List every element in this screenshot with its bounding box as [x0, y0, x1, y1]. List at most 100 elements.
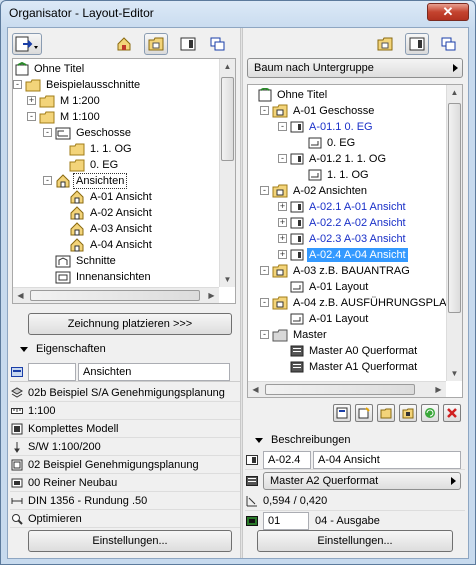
view-map-button[interactable]: [144, 33, 168, 55]
delete-button[interactable]: [443, 404, 461, 422]
properties-header[interactable]: Eigenschaften: [8, 340, 106, 358]
layout-book-item[interactable]: A-02.3 A-03 Ansicht: [290, 231, 408, 247]
collapse-icon[interactable]: -: [13, 80, 22, 89]
scroll-right-arrow[interactable]: ▶: [204, 288, 219, 303]
project-map-item[interactable]: A-04 Ansicht: [69, 237, 154, 253]
layout-book-item[interactable]: Master A1 Querformat: [290, 359, 419, 375]
project-map-item[interactable]: A-01 Ansicht: [69, 189, 154, 205]
layout-book-item[interactable]: 1. 1. OG: [308, 167, 371, 183]
navigator-menu-button[interactable]: [12, 33, 42, 55]
scroll-thumb-horizontal[interactable]: [30, 290, 200, 301]
layout-book-item[interactable]: A-02 Ansichten: [272, 183, 369, 199]
new-layout-button[interactable]: [355, 404, 373, 422]
master-select[interactable]: Master A2 Querformat: [263, 472, 461, 490]
layout-book-item[interactable]: A-01 Geschosse: [272, 103, 376, 119]
new-folder-button[interactable]: [399, 404, 417, 422]
scroll-left-arrow[interactable]: ◀: [13, 288, 28, 303]
layout-book-item[interactable]: Master A0 Querformat: [290, 343, 419, 359]
right-publisher-button[interactable]: [437, 33, 461, 55]
property-row[interactable]: 00 Reiner Neubau: [10, 474, 240, 492]
layout-book-item[interactable]: 0. EG: [308, 135, 357, 151]
property-row[interactable]: 1:100: [10, 402, 240, 420]
project-map-item[interactable]: M 1:200: [39, 93, 102, 109]
scroll-thumb-horizontal[interactable]: [265, 384, 415, 395]
project-map-tree[interactable]: Ohne Titel - Beispielausschnitte + M 1:200- M…: [12, 58, 236, 304]
layout-book-item[interactable]: Master: [272, 327, 329, 343]
layout-book-item[interactable]: A-03 z.B. BAUANTRAG: [272, 263, 412, 279]
project-map-item[interactable]: Ansichten: [55, 173, 128, 189]
collapse-icon[interactable]: -: [27, 112, 36, 121]
project-map-item[interactable]: Ohne Titel: [15, 61, 86, 77]
descriptions-header[interactable]: Beschreibungen: [243, 431, 351, 449]
scroll-left-arrow[interactable]: ◀: [248, 382, 263, 397]
revision-number-field[interactable]: 01: [263, 512, 309, 530]
property-row[interactable]: 02b Beispiel S/A Genehmigungsplanung: [10, 384, 240, 402]
project-map-item[interactable]: 1. 1. OG: [69, 141, 134, 157]
tree-horizontal-scrollbar[interactable]: ◀ ▶: [13, 287, 219, 303]
project-map-item[interactable]: Beispielausschnitte: [25, 77, 142, 93]
collapse-icon[interactable]: -: [278, 154, 287, 163]
collapse-icon[interactable]: -: [260, 186, 269, 195]
right-view-map-button[interactable]: [373, 33, 397, 55]
scroll-right-arrow[interactable]: ▶: [431, 382, 446, 397]
layout-book-item[interactable]: A-02.2 A-02 Ansicht: [290, 215, 408, 231]
property-row[interactable]: Optimieren: [10, 510, 240, 528]
scroll-thumb[interactable]: [448, 103, 461, 313]
scroll-down-arrow[interactable]: ▼: [220, 272, 235, 287]
collapse-icon[interactable]: -: [43, 176, 52, 185]
new-master-button[interactable]: [333, 404, 351, 422]
project-map-item[interactable]: Schnitte: [55, 253, 118, 269]
layout-book-item[interactable]: A-02.4 A-04 Ansicht: [290, 247, 408, 263]
collapse-icon[interactable]: -: [278, 122, 287, 131]
project-map-item[interactable]: A-02 Ansicht: [69, 205, 154, 221]
collapse-icon[interactable]: -: [260, 330, 269, 339]
layout-book-item[interactable]: A-02.1 A-01 Ansicht: [290, 199, 408, 215]
id-field[interactable]: [28, 362, 76, 381]
left-settings-button[interactable]: Einstellungen...: [28, 530, 232, 552]
scroll-up-arrow[interactable]: ▲: [220, 59, 235, 74]
tree-view-select[interactable]: Baum nach Untergruppe: [247, 58, 463, 78]
layout-book-item[interactable]: A-01 Layout: [290, 279, 370, 295]
expand-icon[interactable]: +: [278, 234, 287, 243]
layout-tree-horizontal-scrollbar[interactable]: ◀ ▶: [248, 381, 446, 397]
project-map-item[interactable]: M 1:100: [39, 109, 102, 125]
expand-icon[interactable]: +: [278, 202, 287, 211]
title-bar[interactable]: Organisator - Layout-Editor ✕: [1, 1, 475, 25]
name-field[interactable]: Ansichten: [78, 362, 230, 381]
right-settings-button[interactable]: Einstellungen...: [257, 530, 453, 552]
project-map-item[interactable]: Innenansichten: [55, 269, 153, 285]
scroll-up-arrow[interactable]: ▲: [447, 85, 462, 100]
layout-book-item[interactable]: A-01.1 0. EG: [290, 119, 375, 135]
right-layout-book-button[interactable]: [405, 33, 429, 55]
layout-book-button[interactable]: [176, 33, 200, 55]
layout-book-tree[interactable]: Ohne Titel - A-01 Geschosse - A-01.1 0. EG 0.…: [247, 84, 463, 398]
layout-tree-vertical-scrollbar[interactable]: ▲ ▼: [446, 85, 462, 381]
collapse-icon[interactable]: -: [260, 106, 269, 115]
property-row[interactable]: S/W 1:100/200: [10, 438, 240, 456]
layout-name-field[interactable]: A-04 Ansicht: [313, 450, 461, 469]
scroll-thumb[interactable]: [221, 77, 234, 161]
expand-icon[interactable]: +: [278, 250, 287, 259]
layout-book-item[interactable]: A-01 Layout: [290, 311, 370, 327]
update-button[interactable]: [421, 404, 439, 422]
collapse-icon[interactable]: -: [260, 298, 269, 307]
property-row[interactable]: 02 Beispiel Genehmigungsplanung: [10, 456, 240, 474]
project-map-item[interactable]: 0. EG: [69, 157, 120, 173]
layout-id-field[interactable]: A-02.4: [263, 450, 311, 469]
property-row[interactable]: Komplettes Modell: [10, 420, 240, 438]
new-subset-button[interactable]: [377, 404, 395, 422]
project-map-item[interactable]: A-03 Ansicht: [69, 221, 154, 237]
publisher-button[interactable]: [206, 33, 230, 55]
collapse-icon[interactable]: -: [43, 128, 52, 137]
project-map-button[interactable]: [112, 33, 136, 55]
scroll-down-arrow[interactable]: ▼: [447, 366, 462, 381]
layout-book-item[interactable]: Ohne Titel: [258, 87, 329, 103]
expand-icon[interactable]: +: [27, 96, 36, 105]
layout-book-item[interactable]: A-01.2 1. 1. OG: [290, 151, 388, 167]
close-button[interactable]: ✕: [427, 3, 469, 21]
place-drawing-button[interactable]: Zeichnung platzieren >>>: [28, 313, 232, 335]
layout-book-item[interactable]: A-04 z.B. AUSFÜHRUNGSPLAN: [272, 295, 456, 311]
tree-vertical-scrollbar[interactable]: ▲ ▼: [219, 59, 235, 287]
collapse-icon[interactable]: -: [260, 266, 269, 275]
project-map-item[interactable]: Geschosse: [55, 125, 133, 141]
